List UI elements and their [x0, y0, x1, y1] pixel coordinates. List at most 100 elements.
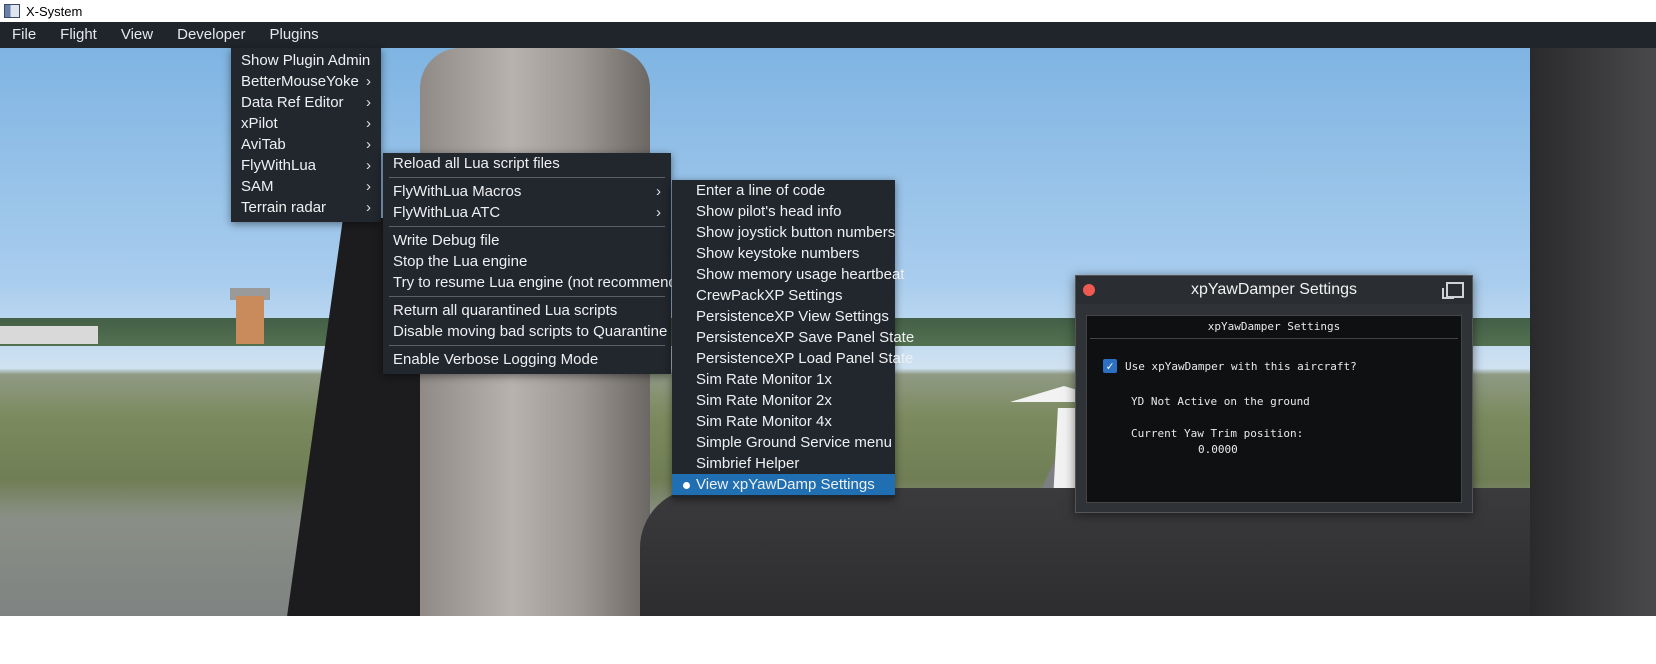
enable-checkbox[interactable]: ✓: [1103, 359, 1117, 373]
bullet-icon: [683, 482, 690, 489]
menu-item-label: Data Ref Editor: [241, 94, 344, 111]
menu-item-label: Simbrief Helper: [696, 455, 800, 472]
menu-item-label: Return all quarantined Lua scripts: [393, 302, 618, 319]
menu-item-label: Show pilot's head info: [696, 203, 842, 220]
menu-item-sim-rate-2x[interactable]: Sim Rate Monitor 2x: [672, 390, 895, 411]
checkbox-label: Use xpYawDamper with this aircraft?: [1125, 360, 1357, 373]
chevron-right-icon: ›: [366, 136, 371, 153]
trim-value: 0.0000: [1198, 443, 1238, 456]
menu-item-label: Sim Rate Monitor 4x: [696, 413, 832, 430]
menu-item-resume-lua-engine[interactable]: Try to resume Lua engine (not recommende…: [383, 272, 698, 293]
flywithlua-menu: Reload all Lua script files FlyWithLua M…: [383, 153, 698, 374]
menu-item-label: Terrain radar: [241, 199, 327, 216]
menu-item-label: xPilot: [241, 115, 278, 132]
menu-item-label: CrewPackXP Settings: [696, 287, 843, 304]
menu-item-crewpackxp[interactable]: CrewPackXP Settings: [672, 285, 895, 306]
chevron-right-icon: ›: [366, 178, 371, 195]
menu-item-verbose-logging[interactable]: Enable Verbose Logging Mode: [383, 349, 671, 370]
window-title: xpYawDamper Settings: [1191, 281, 1357, 298]
chevron-right-icon: ›: [656, 183, 661, 200]
menu-plugins[interactable]: Plugins: [257, 22, 330, 48]
app-icon: [4, 4, 20, 18]
menu-item-view-xpyawdamp[interactable]: View xpYawDamp Settings: [672, 474, 895, 495]
window-content: xpYawDamper Settings ✓ Use xpYawDamper w…: [1086, 315, 1462, 503]
menu-item-terrain-radar[interactable]: Terrain radar ›: [231, 197, 381, 218]
menu-separator: [389, 226, 665, 227]
menu-item-data-ref-editor[interactable]: Data Ref Editor ›: [231, 92, 381, 113]
chevron-right-icon: ›: [366, 73, 371, 90]
chevron-right-icon: ›: [366, 94, 371, 111]
menu-item-memory-heartbeat[interactable]: Show memory usage heartbeat: [672, 264, 904, 285]
menu-item-persistence-save[interactable]: PersistenceXP Save Panel State: [672, 327, 914, 348]
menu-item-sim-rate-1x[interactable]: Sim Rate Monitor 1x: [672, 369, 895, 390]
menu-item-label: Disable moving bad scripts to Quarantine: [393, 323, 668, 340]
menu-item-label: Try to resume Lua engine (not recommende…: [393, 274, 699, 291]
menu-item-joystick-numbers[interactable]: Show joystick button numbers: [672, 222, 895, 243]
menu-item-reload-lua[interactable]: Reload all Lua script files: [383, 153, 671, 174]
menu-item-label: Show memory usage heartbeat: [696, 266, 905, 283]
menu-item-return-quarantined[interactable]: Return all quarantined Lua scripts: [383, 300, 671, 321]
menu-item-label: Stop the Lua engine: [393, 253, 528, 270]
menu-item-label: FlyWithLua: [241, 157, 317, 174]
menu-item-label: Write Debug file: [393, 232, 500, 249]
cockpit-frame-right: [1530, 48, 1656, 664]
menu-item-bettermouseyoke[interactable]: BetterMouseYoke ›: [231, 71, 381, 92]
menu-item-label: View xpYawDamp Settings: [696, 476, 875, 493]
chevron-right-icon: ›: [656, 204, 661, 221]
menu-item-label: PersistenceXP Load Panel State: [696, 350, 914, 367]
menu-item-show-plugin-admin[interactable]: Show Plugin Admin: [231, 50, 381, 71]
menu-item-label: Enter a line of code: [696, 182, 826, 199]
menu-item-write-debug-file[interactable]: Write Debug file: [383, 230, 671, 251]
menu-item-disable-quarantine[interactable]: Disable moving bad scripts to Quarantine: [383, 321, 671, 342]
bottom-band: [0, 616, 1656, 664]
flywithlua-macros-menu: Enter a line of code Show pilot's head i…: [672, 180, 914, 498]
main-menubar: File Flight View Developer Plugins: [0, 22, 1656, 48]
menu-item-persistence-view[interactable]: PersistenceXP View Settings: [672, 306, 895, 327]
content-header: xpYawDamper Settings: [1090, 316, 1458, 339]
menu-item-avitab[interactable]: AviTab ›: [231, 134, 381, 155]
menu-separator: [389, 345, 665, 346]
close-icon[interactable]: [1083, 284, 1095, 296]
menu-item-persistence-load[interactable]: PersistenceXP Load Panel State: [672, 348, 913, 369]
menu-item-label: Show keystoke numbers: [696, 245, 860, 262]
menu-item-enter-line-of-code[interactable]: Enter a line of code: [672, 180, 895, 201]
menu-item-sim-rate-4x[interactable]: Sim Rate Monitor 4x: [672, 411, 895, 432]
menu-item-stop-lua-engine[interactable]: Stop the Lua engine: [383, 251, 671, 272]
plugins-menu: Show Plugin Admin BetterMouseYoke › Data …: [231, 48, 381, 222]
menu-item-label: Show joystick button numbers: [696, 224, 896, 241]
menu-view[interactable]: View: [109, 22, 165, 48]
menu-item-flywithlua[interactable]: FlyWithLua ›: [231, 155, 381, 176]
window-title: X-System: [26, 3, 83, 19]
menu-item-label: Show Plugin Admin: [241, 52, 371, 69]
chevron-right-icon: ›: [366, 115, 371, 132]
chevron-right-icon: ›: [366, 199, 371, 216]
hangar: [0, 326, 98, 344]
menu-developer[interactable]: Developer: [165, 22, 257, 48]
menu-file[interactable]: File: [0, 22, 48, 48]
menu-item-flywithlua-atc[interactable]: FlyWithLua ATC ›: [383, 202, 671, 223]
window-titlebar[interactable]: xpYawDamper Settings: [1076, 276, 1472, 304]
pop-out-icon[interactable]: [1442, 282, 1464, 299]
menu-separator: [389, 296, 665, 297]
menu-item-label: BetterMouseYoke: [241, 73, 359, 90]
control-tower: [236, 296, 264, 344]
menu-item-ground-service[interactable]: Simple Ground Service menu: [672, 432, 895, 453]
menu-item-label: Reload all Lua script files: [393, 155, 560, 172]
menu-item-label: PersistenceXP View Settings: [696, 308, 889, 325]
trim-label: Current Yaw Trim position:: [1131, 427, 1304, 440]
menu-item-label: Sim Rate Monitor 2x: [696, 392, 832, 409]
menu-item-flywithlua-macros[interactable]: FlyWithLua Macros ›: [383, 181, 671, 202]
menu-item-label: SAM: [241, 178, 274, 195]
menu-item-label: Simple Ground Service menu: [696, 434, 892, 451]
menu-item-label: Enable Verbose Logging Mode: [393, 351, 599, 368]
menu-item-sam[interactable]: SAM ›: [231, 176, 381, 197]
menu-item-simbrief-helper[interactable]: Simbrief Helper: [672, 453, 895, 474]
window-titlebar: X-System: [0, 0, 1656, 22]
xpyawdamper-window: xpYawDamper Settings xpYawDamper Setting…: [1075, 275, 1473, 513]
chevron-right-icon: ›: [366, 157, 371, 174]
menu-item-label: AviTab: [241, 136, 286, 153]
menu-item-xpilot[interactable]: xPilot ›: [231, 113, 381, 134]
menu-flight[interactable]: Flight: [48, 22, 109, 48]
menu-item-pilot-head-info[interactable]: Show pilot's head info: [672, 201, 895, 222]
menu-item-keystroke-numbers[interactable]: Show keystoke numbers: [672, 243, 895, 264]
